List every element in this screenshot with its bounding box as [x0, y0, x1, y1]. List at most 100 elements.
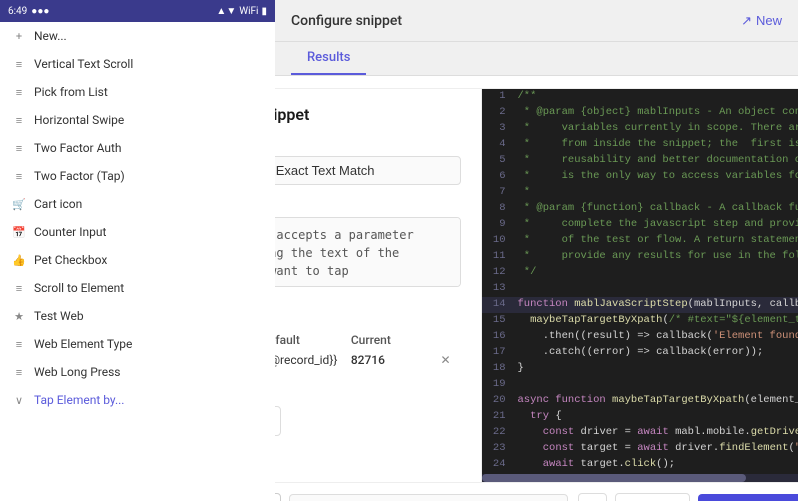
star-icon: ★ [12, 309, 26, 323]
name-input[interactable] [275, 156, 461, 185]
sidebar-label: Two Factor Auth [34, 141, 122, 155]
external-link-icon: ↗ [741, 13, 752, 29]
sidebar-label: Horizontal Swipe [34, 113, 124, 127]
col-current: Current [351, 333, 437, 347]
col-default: Default [275, 333, 347, 347]
cancel-button[interactable]: Cancel [615, 493, 689, 501]
code-line-10: 10 * of the test or flow. A return state… [482, 233, 798, 249]
results-section: Results Run [275, 493, 568, 501]
code-scrollbar[interactable] [482, 474, 798, 482]
run-button[interactable]: Run [275, 493, 281, 501]
code-line-4: 4 * from inside the snippet; the first i… [482, 137, 798, 153]
code-line-20: 20 async function maybeTapTargetByXpath(… [482, 393, 798, 409]
description-textarea[interactable]: This snippet accepts a parameter value m… [275, 217, 461, 287]
cart-icon: 🛒 [12, 197, 26, 211]
save-button-group: Save as one-time snippet ▼ [698, 494, 798, 501]
status-left: 6:49 ●●● [8, 6, 49, 17]
code-line-17: 17 .catch((error) => callback(error)); [482, 345, 798, 361]
signal-icon: ▲▼ [216, 6, 236, 17]
sidebar-item-counter[interactable]: 📅 Counter Input [0, 218, 275, 246]
code-line-24: 24 await target.click(); [482, 457, 798, 473]
snippet-modal: mabl Trainer Create new snippet Name Des… [275, 76, 798, 501]
sidebar-label: Scroll to Element [34, 281, 124, 295]
sidebar-item-twofactor[interactable]: ≡ Two Factor Auth [0, 134, 275, 162]
phone-content: Scenarios Sandbox app version: 1.0.5 (20… [0, 22, 275, 96]
dots-icon: ●●● [31, 6, 49, 17]
modal-header: mabl Trainer [275, 76, 798, 89]
code-line-19: 19 [482, 377, 798, 393]
results-input[interactable] [289, 494, 568, 501]
sidebar-label: Vertical Text Scroll [34, 57, 133, 71]
list-icon: ≡ [12, 57, 26, 71]
code-line-15: 15 maybeTapTargetByXpath(/* #text="${ele… [482, 313, 798, 329]
list-icon: ≡ [12, 281, 26, 295]
code-line-9: 9 * complete the javascript step and pro… [482, 217, 798, 233]
plus-icon: + [12, 29, 26, 43]
create-snippet-title: Create new snippet [275, 105, 461, 124]
add-parameter-button[interactable]: Add parameter [275, 406, 281, 436]
thumb-icon: 👍 [12, 253, 26, 267]
configure-snippet-title: Configure snippet [291, 13, 402, 29]
param-default: {{@record_id}} [275, 353, 347, 367]
sidebar-item-pet[interactable]: 👍 Pet Checkbox [0, 246, 275, 274]
tab-results[interactable]: Results [291, 42, 366, 75]
sidebar-item-new[interactable]: + New... [0, 22, 275, 50]
sidebar-label: Cart icon [34, 197, 82, 211]
sidebar-item-web1[interactable]: ≡ Web Element Type [0, 330, 275, 358]
sidebar-item-scroll[interactable]: ≡ Scroll to Element [0, 274, 275, 302]
params-table: Name Default Current element_text {{@rec… [275, 333, 461, 367]
edit-params-title: Edit parameters [275, 307, 461, 323]
sidebar-label: Pet Checkbox [34, 253, 107, 267]
phone-simulator: 6:49 ●●● ▲▼ WiFi ▮ Scenarios Sandbox app… [0, 0, 275, 501]
time-display: 6:49 [8, 6, 27, 17]
right-header: Configure snippet ↗ New [275, 0, 798, 42]
status-right: ▲▼ WiFi ▮ [216, 6, 267, 17]
sidebar-label: Web Element Type [34, 337, 132, 351]
code-line-7: 7 * [482, 185, 798, 201]
sidebar-item-vertical[interactable]: ≡ Vertical Text Scroll [0, 50, 275, 78]
sidebar-label: Web Long Press [34, 365, 120, 379]
wifi-icon: WiFi [239, 6, 258, 17]
code-line-3: 3 * variables currently in scope. There … [482, 121, 798, 137]
code-line-21: 21 try { [482, 409, 798, 425]
external-link-button[interactable]: ↗ [578, 493, 608, 501]
sidebar-item-tap[interactable]: ∨ Tap Element by... [0, 386, 275, 414]
chevron-down-icon: ∨ [12, 393, 26, 407]
code-line-2: 2 * @param {object} mablInputs - An obje… [482, 105, 798, 121]
sidebar-item-twofactor2[interactable]: ≡ Two Factor (Tap) [0, 162, 275, 190]
name-label: Name [275, 138, 461, 152]
modal-body: Create new snippet Name Description This… [275, 89, 798, 482]
list-icon: ≡ [12, 85, 26, 99]
sidebar-item-web2[interactable]: ≡ Web Long Press [0, 358, 275, 386]
col-actions [440, 333, 460, 347]
name-group: Name [275, 138, 461, 185]
param-current: 82716 [351, 353, 437, 367]
modal-form: Create new snippet Name Description This… [275, 89, 482, 482]
description-label: Description [275, 199, 461, 213]
list-icon: ≡ [12, 141, 26, 155]
save-one-time-button[interactable]: Save as one-time snippet [698, 494, 798, 501]
sidebar-label: Test Web [34, 309, 84, 323]
code-line-18: 18 } [482, 361, 798, 377]
delete-icon[interactable]: ✕ [440, 353, 460, 367]
sidebar-item-cart[interactable]: 🛒 Cart icon [0, 190, 275, 218]
sidebar-item-pick[interactable]: ≡ Pick from List [0, 78, 275, 106]
code-line-23: 23 const target = await driver.findEleme… [482, 441, 798, 457]
code-line-16: 16 .then((result) => callback('Element f… [482, 329, 798, 345]
modal-overlay: mabl Trainer Create new snippet Name Des… [275, 76, 798, 501]
modal-container: mabl Trainer Create new snippet Name Des… [275, 76, 798, 501]
battery-icon: ▮ [261, 6, 267, 17]
code-editor[interactable]: 1 /** 2 * @param {object} mablInputs - A… [482, 89, 798, 474]
sidebar-item-horizontal[interactable]: ≡ Horizontal Swipe [0, 106, 275, 134]
code-line-1: 1 /** [482, 89, 798, 105]
modal-footer: Results Run ↗ Cancel [275, 482, 798, 501]
phone-screen: 6:49 ●●● ▲▼ WiFi ▮ Scenarios Sandbox app… [0, 0, 275, 501]
new-button[interactable]: ↗ New [741, 13, 782, 29]
code-line-5: 5 * reusability and better documentation… [482, 153, 798, 169]
sidebar-item-test[interactable]: ★ Test Web [0, 302, 275, 330]
code-line-12: 12 */ [482, 265, 798, 281]
params-header: Name Default Current [275, 333, 461, 347]
list-icon: ≡ [12, 365, 26, 379]
new-button-label: New [756, 13, 782, 28]
list-icon: ≡ [12, 169, 26, 183]
